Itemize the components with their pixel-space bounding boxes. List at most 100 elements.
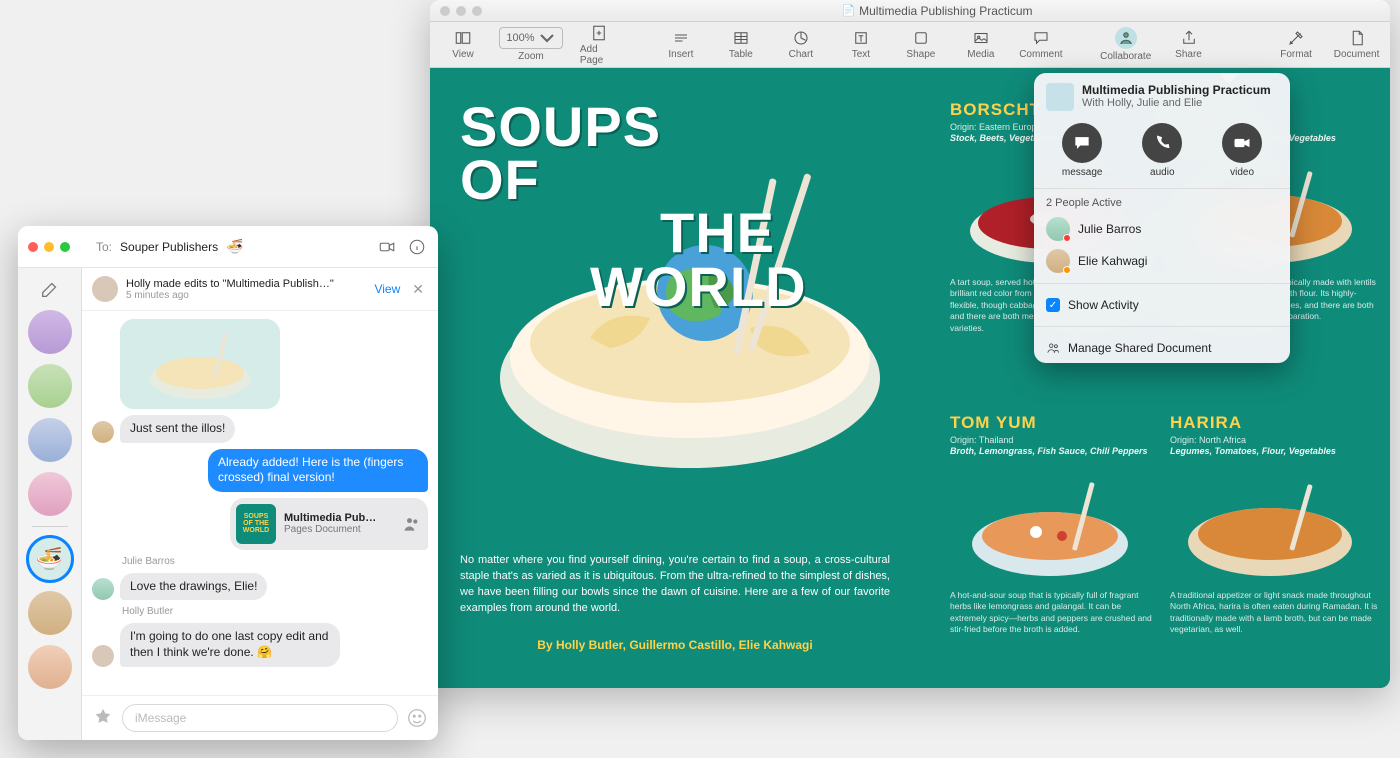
message-bubble: Just sent the illos! (120, 415, 235, 443)
conversation-avatar[interactable] (28, 472, 72, 516)
image-attachment[interactable] (120, 319, 280, 409)
manage-shared-doc[interactable]: Manage Shared Document (1034, 333, 1290, 363)
facetime-button[interactable] (376, 236, 398, 258)
audio-action[interactable]: audio (1142, 123, 1182, 178)
file-name: Multimedia Pub… (284, 512, 394, 524)
table-button[interactable]: Table (722, 29, 760, 60)
collaborate-popover: Multimedia Publishing Practicum With Hol… (1034, 73, 1290, 363)
popover-title: Multimedia Publishing Practicum (1082, 83, 1271, 97)
popover-header: Multimedia Publishing Practicum With Hol… (1034, 73, 1290, 117)
message-row-self: SOUPSOF THEWORLD Multimedia Pub… Pages D… (92, 498, 428, 550)
file-kind: Pages Document (284, 524, 394, 535)
avatar-icon (1046, 217, 1070, 241)
popover-subtitle: With Holly, Julie and Elie (1082, 97, 1271, 109)
to-label: To: (96, 240, 112, 254)
pages-titlebar: 📄 Multimedia Publishing Practicum (430, 0, 1390, 22)
media-button[interactable]: Media (962, 29, 1000, 60)
document-title-text: Multimedia Publishing Practicum (859, 4, 1032, 18)
doc-thumbnail-icon (1046, 83, 1074, 111)
banner-time: 5 minutes ago (126, 290, 366, 301)
thread-scroll[interactable]: Just sent the illos! Already added! Here… (82, 311, 438, 695)
avatar-icon (92, 421, 114, 443)
checkbox-checked-icon: ✓ (1046, 298, 1060, 312)
file-attachment[interactable]: SOUPSOF THEWORLD Multimedia Pub… Pages D… (230, 498, 428, 550)
message-thread: Holly made edits to "Multimedia Publish…… (82, 268, 438, 740)
chart-button[interactable]: Chart (782, 29, 820, 60)
message-row: Love the drawings, Elie! (92, 573, 428, 601)
person-name: Julie Barros (1078, 222, 1141, 236)
document-main-title: SOUPS OF THE WORLD (460, 100, 807, 313)
banner-text: Holly made edits to "Multimedia Publish…… (126, 278, 336, 290)
add-page-button[interactable]: Add Page (580, 24, 618, 66)
avatar-icon (92, 645, 114, 667)
comment-button[interactable]: Comment (1022, 29, 1060, 60)
pages-toolbar: View 100%Zoom Add Page Insert Table Char… (430, 22, 1390, 68)
collaborate-avatar-icon (1115, 27, 1137, 49)
conversation-avatar[interactable] (28, 645, 72, 689)
active-person-elie[interactable]: Elie Kahwagi (1034, 245, 1290, 277)
avatar-icon (92, 276, 118, 302)
message-row: I'm going to do one last copy edit and t… (92, 623, 428, 666)
sidebar-divider (32, 526, 68, 527)
banner-close-button[interactable]: ✕ (408, 281, 428, 298)
info-button[interactable] (406, 236, 428, 258)
show-activity-toggle[interactable]: ✓ Show Activity (1034, 290, 1290, 320)
popover-actions: message audio video (1034, 117, 1290, 189)
apps-button[interactable] (92, 707, 114, 729)
harira-illustration (1170, 464, 1370, 584)
person-name: Elie Kahwagi (1078, 254, 1147, 268)
message-row-self: Already added! Here is the (fingers cros… (92, 449, 428, 492)
banner-view-link[interactable]: View (374, 282, 400, 296)
document-title: 📄 Multimedia Publishing Practicum (494, 4, 1380, 18)
conversation-name: Souper Publishers (120, 240, 218, 254)
document-button[interactable]: Document (1337, 29, 1376, 60)
window-controls[interactable] (440, 6, 482, 16)
message-bubble: Love the drawings, Elie! (120, 573, 267, 601)
document-byline: By Holly Butler, Guillermo Castillo, Eli… (460, 638, 890, 652)
placeholder-text: iMessage (135, 711, 186, 725)
window-controls[interactable] (28, 242, 70, 252)
recipe-harira: HARIRA Origin: North Africa Legumes, Tom… (1170, 413, 1380, 636)
message-input[interactable]: iMessage (122, 704, 398, 732)
document-body-text: No matter where you find yourself dining… (460, 553, 890, 617)
message-action[interactable]: message (1062, 123, 1103, 178)
collaboration-banner: Holly made edits to "Multimedia Publish…… (82, 268, 438, 311)
format-button[interactable]: Format (1277, 29, 1315, 60)
message-input-row: iMessage (82, 695, 438, 740)
collaborate-button[interactable]: Collaborate (1104, 27, 1148, 62)
message-bubble-self: Already added! Here is the (fingers cros… (208, 449, 428, 492)
audio-message-button[interactable] (369, 709, 389, 729)
video-action[interactable]: video (1222, 123, 1262, 178)
avatar-icon (1046, 249, 1070, 273)
conversation-avatar[interactable] (28, 591, 72, 635)
text-button[interactable]: Text (842, 29, 880, 60)
active-person-julie[interactable]: Julie Barros (1034, 213, 1290, 245)
view-button[interactable]: View (444, 29, 482, 60)
insert-button[interactable]: Insert (662, 29, 700, 60)
conversation-avatar[interactable] (28, 310, 72, 354)
messages-titlebar: To: Souper Publishers 🍜 (18, 226, 438, 268)
tomyum-illustration (950, 464, 1150, 584)
conversation-emoji: 🍜 (226, 238, 243, 255)
conversation-avatar[interactable] (28, 364, 72, 408)
shape-button[interactable]: Shape (902, 29, 940, 60)
file-thumbnail-icon: SOUPSOF THEWORLD (236, 504, 276, 544)
conversation-avatar-selected[interactable]: 🍜 (28, 537, 72, 581)
zoom-select[interactable]: 100%Zoom (504, 27, 558, 62)
shared-people-icon (402, 514, 422, 534)
document-icon: 📄 (841, 4, 855, 17)
people-icon (1046, 341, 1060, 355)
message-bubble: I'm going to do one last copy edit and t… (120, 623, 340, 666)
emoji-button[interactable] (406, 707, 428, 729)
active-people-label: 2 People Active (1034, 189, 1290, 213)
sender-label: Holly Butler (122, 606, 428, 617)
conversation-avatar[interactable] (28, 418, 72, 462)
share-button[interactable]: Share (1170, 29, 1208, 60)
message-row: Just sent the illos! (92, 415, 428, 443)
recipe-tomyum: TOM YUM Origin: Thailand Broth, Lemongra… (950, 413, 1160, 636)
conversation-sidebar: 🍜 (18, 268, 82, 740)
compose-button[interactable] (39, 278, 61, 300)
pages-window: 📄 Multimedia Publishing Practicum View 1… (430, 0, 1390, 688)
sender-label: Julie Barros (122, 556, 428, 567)
messages-window: To: Souper Publishers 🍜 🍜 Holly made edi… (18, 226, 438, 740)
